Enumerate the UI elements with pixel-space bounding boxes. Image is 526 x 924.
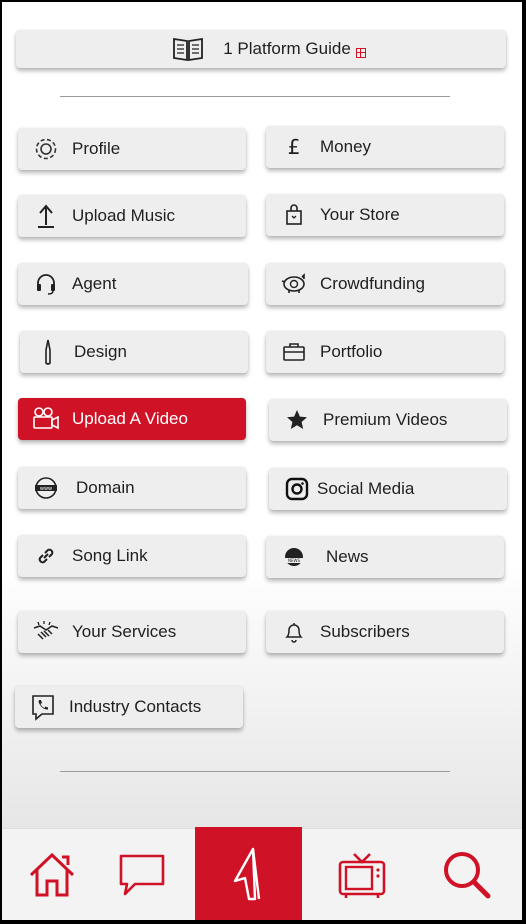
menu-profile[interactable]: Profile	[18, 128, 246, 170]
menu-label: Agent	[72, 274, 117, 293]
nav-search[interactable]	[427, 829, 507, 920]
menu-news[interactable]: NEWS News	[266, 536, 504, 578]
instagram-icon	[283, 475, 311, 503]
menu-social-media[interactable]: Social Media	[269, 468, 507, 510]
menu-label: Design	[74, 342, 127, 361]
menu-upload-music[interactable]: Upload Music	[18, 195, 246, 237]
platform-logo-icon	[229, 845, 269, 903]
gear-icon	[32, 135, 60, 163]
menu-money[interactable]: £ Money	[266, 126, 504, 168]
piggy-bank-icon	[280, 270, 308, 298]
bottom-nav	[2, 827, 522, 920]
menu-label: Industry Contacts	[69, 697, 202, 716]
menu-design[interactable]: Design	[20, 331, 248, 373]
nav-messages[interactable]	[102, 829, 182, 920]
menu-agent[interactable]: Agent	[18, 263, 248, 305]
menu-premium-videos[interactable]: Premium Videos	[269, 399, 507, 441]
headset-icon	[32, 270, 60, 298]
menu-song-link[interactable]: Song Link	[18, 535, 246, 577]
menu-crowdfunding[interactable]: Crowdfunding	[266, 263, 504, 305]
svg-text:www: www	[40, 486, 52, 492]
svg-text:NEWS: NEWS	[288, 558, 300, 563]
handshake-icon	[32, 618, 60, 646]
expand-plus-icon[interactable]	[356, 48, 366, 58]
www-globe-icon: www	[32, 474, 60, 502]
menu-label: Subscribers	[320, 622, 410, 641]
tv-icon	[336, 850, 388, 900]
menu-label: News	[326, 547, 369, 566]
menu-subscribers[interactable]: Subscribers	[266, 611, 504, 653]
menu-label: Profile	[72, 139, 121, 158]
briefcase-icon	[280, 338, 308, 366]
nav-platform-home[interactable]	[195, 827, 302, 920]
menu-label: Song Link	[72, 546, 148, 565]
bell-icon	[280, 618, 308, 646]
search-icon	[440, 848, 494, 902]
menu-label: Premium Videos	[323, 410, 448, 429]
menu-label: Crowdfunding	[320, 274, 425, 293]
pound-icon: £	[287, 135, 301, 159]
divider-top	[60, 96, 450, 97]
chat-bubble-icon	[117, 852, 167, 898]
menu-label: Upload A Video	[72, 409, 188, 428]
paintbrush-icon	[34, 338, 62, 366]
nav-home[interactable]	[12, 829, 92, 920]
menu-label: Portfolio	[320, 342, 383, 361]
phone-chat-icon	[29, 693, 57, 721]
divider-bottom	[60, 771, 450, 772]
nav-tv[interactable]	[322, 829, 402, 920]
video-camera-icon	[32, 405, 60, 433]
menu-label: Money	[320, 137, 372, 156]
star-icon	[283, 406, 311, 434]
menu-label: Social Media	[317, 479, 415, 498]
platform-guide-label: 1 Platform Guide	[223, 39, 351, 58]
menu-domain[interactable]: www Domain	[18, 467, 246, 509]
menu-industry-contacts[interactable]: Industry Contacts	[15, 686, 243, 728]
upload-arrow-icon	[32, 202, 60, 230]
menu-label: Your Services	[72, 622, 177, 641]
menu-upload-video[interactable]: Upload A Video	[18, 398, 246, 440]
menu-label: Upload Music	[72, 206, 175, 225]
shopping-bag-icon	[280, 201, 308, 229]
menu-your-services[interactable]: Your Services	[18, 611, 246, 653]
home-icon	[27, 851, 77, 899]
menu-portfolio[interactable]: Portfolio	[266, 331, 504, 373]
book-icon	[171, 35, 205, 63]
app-screen: 1 Platform Guide Profile Upload Music Ag…	[2, 2, 522, 920]
menu-label: Your Store	[320, 205, 400, 224]
platform-guide-button[interactable]: 1 Platform Guide	[16, 30, 506, 68]
news-globe-icon: NEWS	[280, 543, 308, 571]
link-icon	[32, 542, 60, 570]
menu-your-store[interactable]: Your Store	[266, 194, 504, 236]
menu-label: Domain	[76, 478, 135, 497]
